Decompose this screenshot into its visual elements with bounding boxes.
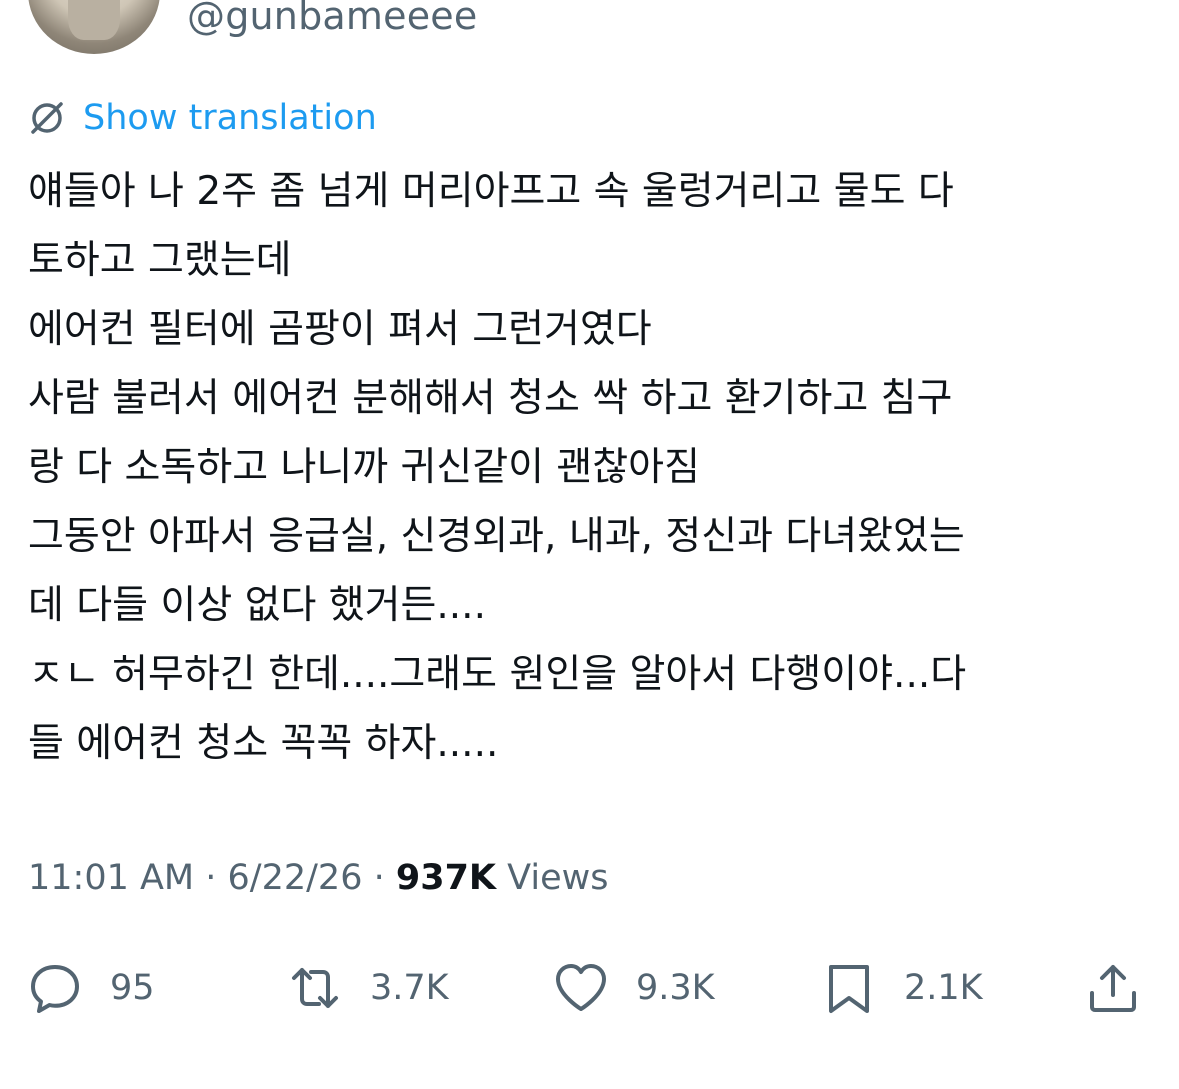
bookmark-button[interactable]: 2.1K bbox=[820, 948, 983, 1028]
reply-icon bbox=[31, 965, 79, 1013]
tweet-line: 데 다들 이상 없다 했거든.... bbox=[28, 583, 486, 628]
tweet-line: 토하고 그랬는데 bbox=[28, 238, 292, 283]
reply-button[interactable]: 95 bbox=[26, 948, 155, 1028]
tweet-line: 그동안 아파서 응급실, 신경외과, 내과, 정신과 다녀왔었는 bbox=[28, 514, 965, 559]
action-bar: 95 3.7K 9.3K 2.1K bbox=[0, 948, 1179, 1028]
bookmark-count: 2.1K bbox=[904, 968, 983, 1008]
tweet-line: 사람 불러서 에어컨 분해해서 청소 싹 하고 환기하고 침구 bbox=[28, 376, 953, 421]
like-count: 9.3K bbox=[636, 968, 715, 1008]
retweet-icon bbox=[292, 968, 338, 1008]
retweet-button[interactable]: 3.7K bbox=[286, 948, 449, 1028]
views-count[interactable]: 937K bbox=[396, 858, 496, 898]
tweet-time[interactable]: 11:01 AM bbox=[28, 858, 194, 898]
share-icon bbox=[1090, 965, 1136, 1012]
heart-icon bbox=[556, 964, 606, 1011]
translate-icon bbox=[31, 102, 63, 134]
tweet-text: 얘들아 나 2주 좀 넘게 머리아프고 속 울렁거리고 물도 다 토하고 그랬는… bbox=[28, 157, 1158, 778]
like-button[interactable]: 9.3K bbox=[552, 948, 715, 1028]
avatar[interactable] bbox=[28, 0, 160, 54]
tweet-date[interactable]: 6/22/26 bbox=[228, 858, 363, 898]
tweet-line: 얘들아 나 2주 좀 넘게 머리아프고 속 울렁거리고 물도 다 bbox=[28, 169, 954, 214]
bookmark-icon bbox=[829, 965, 869, 1013]
tweet-line: 들 에어컨 청소 꼭꼭 하자..... bbox=[28, 721, 499, 766]
meta-separator: · bbox=[362, 858, 396, 898]
author-handle[interactable]: @gunbameeee bbox=[187, 0, 477, 38]
reply-count: 95 bbox=[110, 968, 155, 1008]
share-button[interactable] bbox=[1084, 948, 1142, 1028]
meta-separator: · bbox=[194, 858, 228, 898]
show-translation-label: Show translation bbox=[83, 98, 377, 138]
retweet-count: 3.7K bbox=[370, 968, 449, 1008]
tweet-line: 에어컨 필터에 곰팡이 펴서 그런거였다 bbox=[28, 307, 652, 352]
views-label: Views bbox=[496, 858, 609, 898]
show-translation-button[interactable]: Show translation bbox=[27, 96, 377, 140]
tweet-line: 랑 다 소독하고 나니까 귀신같이 괜찮아짐 bbox=[28, 445, 700, 490]
tweet-meta: 11:01 AM · 6/22/26 · 937K Views bbox=[28, 858, 608, 898]
tweet-line: ㅈㄴ 허무하긴 한데....그래도 원인을 알아서 다행이야...다 bbox=[28, 652, 967, 697]
